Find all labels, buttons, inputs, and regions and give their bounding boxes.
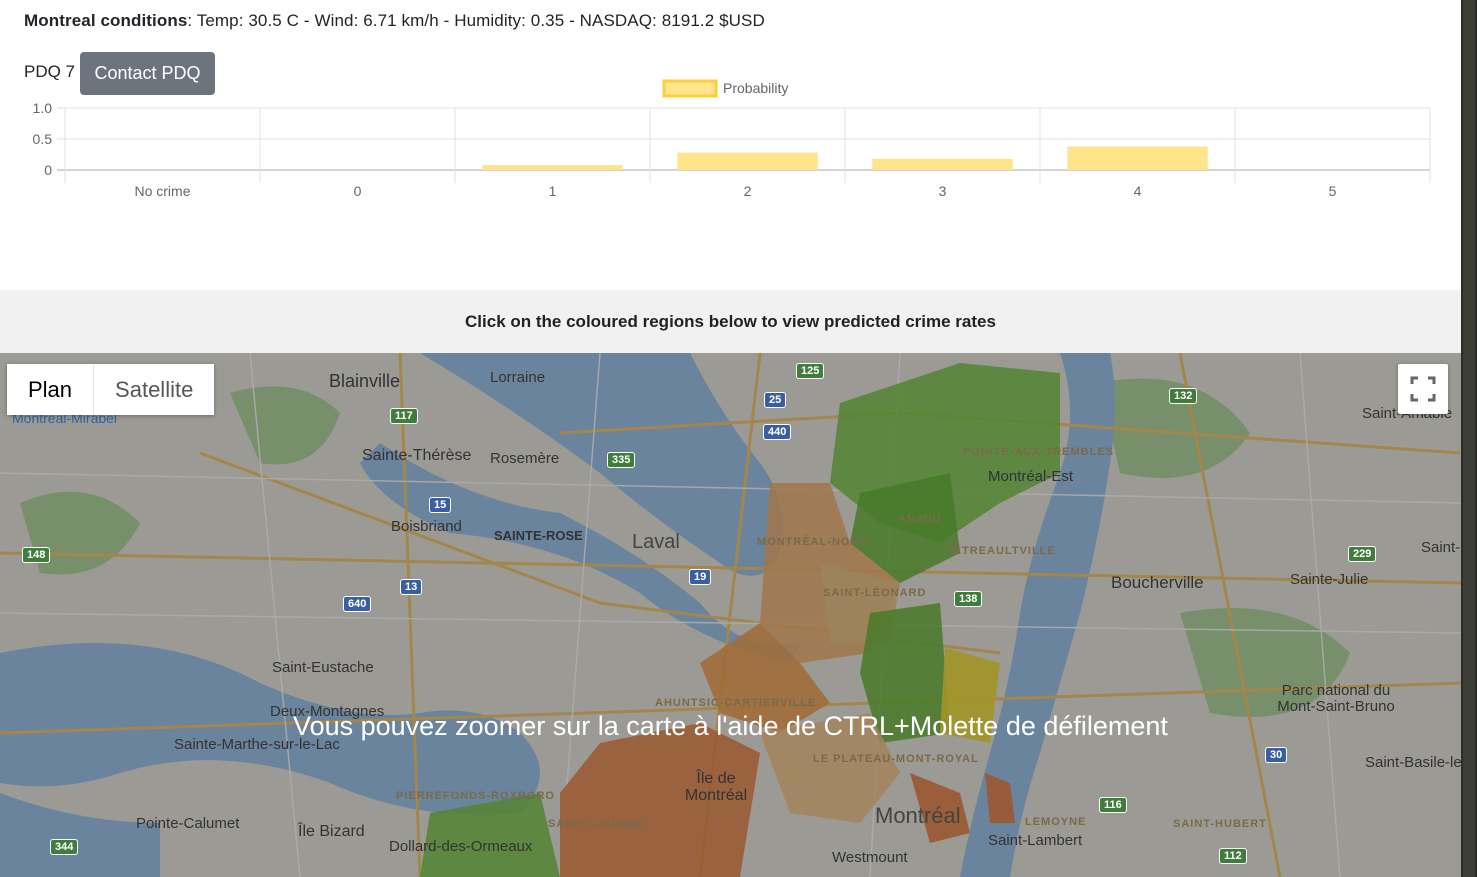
place-label: PIERREFONDS-ROXBORO — [396, 790, 555, 802]
place-label: Montréal-Est — [988, 468, 1074, 485]
x-tick-label: 3 — [939, 183, 947, 199]
place-label: Montréal — [875, 803, 961, 828]
map-type-control: Plan Satellite — [7, 364, 215, 415]
place-label: TÉTREAULTVILLE — [946, 545, 1056, 557]
route-shield: 19 — [689, 569, 712, 585]
route-shield: 30 — [1265, 747, 1288, 763]
bar — [872, 158, 1013, 170]
route-shield: 229 — [1348, 546, 1377, 562]
conditions-label: Montreal conditions — [24, 11, 188, 30]
route-shield: 117 — [390, 408, 418, 424]
place-label: Laval — [632, 531, 680, 553]
route-shield: 125 — [796, 363, 825, 379]
scrollbar-thumb[interactable] — [1463, 0, 1475, 877]
place-label: Dollard-des-Ormeaux — [389, 838, 533, 855]
place-label: POINTE-AUX-TREMBLES — [963, 446, 1114, 458]
place-label: Sainte-Julie — [1290, 571, 1369, 588]
crime-map[interactable]: Montréal-Mirabel Blainville Lorraine Sai… — [0, 353, 1461, 877]
probability-chart: Probability 1.0 0.5 0 No crime 0 1 2 3 4 5 — [33, 79, 1431, 199]
map-type-satellite-button[interactable]: Satellite — [94, 364, 215, 415]
place-label: Saint- — [1421, 539, 1461, 556]
place-label: AHUNTSIC-CARTIERVILLE — [655, 697, 817, 709]
y-tick-label: 0.5 — [33, 131, 53, 147]
conditions-text: : Temp: 30.5 C - Wind: 6.71 km/h - Humid… — [187, 11, 765, 30]
y-tick-label: 0 — [44, 162, 52, 178]
place-label: SAINT-LAURENT — [548, 818, 650, 830]
x-tick-label: 4 — [1134, 183, 1142, 199]
fullscreen-button[interactable] — [1398, 364, 1448, 414]
window-edge — [1461, 0, 1477, 877]
route-shield: 148 — [22, 547, 51, 563]
route-shield: 344 — [50, 839, 79, 855]
place-label: Île Bizard — [298, 823, 365, 840]
route-shield: 132 — [1169, 388, 1198, 404]
x-tick-label: 1 — [549, 183, 557, 199]
place-label: Boucherville — [1111, 573, 1204, 592]
fullscreen-icon — [1410, 376, 1436, 402]
route-shield: 335 — [607, 452, 636, 468]
bar — [1067, 146, 1208, 170]
route-shield: 15 — [429, 497, 452, 513]
place-label: Saint-Eustache — [272, 659, 374, 676]
place-label: Boisbriand — [391, 518, 462, 535]
x-tick-label: 0 — [354, 183, 362, 199]
place-label: LEMOYNE — [1025, 816, 1087, 828]
route-shield: 440 — [763, 424, 792, 440]
place-label: Sainte-Thérèse — [362, 447, 472, 464]
place-label: Rosemère — [490, 450, 560, 467]
place-label: LE PLATEAU-MONT-ROYAL — [813, 753, 979, 765]
route-shield: 116 — [1099, 797, 1127, 813]
map-instruction-banner: Click on the coloured regions below to v… — [0, 290, 1461, 353]
conditions-line: Montreal conditions: Temp: 30.5 C - Wind… — [24, 11, 765, 31]
zoom-hint: Vous pouvez zoomer sur la carte à l'aide… — [293, 711, 1168, 741]
route-shield: 138 — [954, 591, 983, 607]
route-shield: 25 — [764, 392, 787, 408]
legend-label: Probability — [723, 80, 788, 96]
x-tick-label: No crime — [134, 183, 190, 199]
legend-swatch — [662, 79, 718, 98]
place-label: SAINT-HUBERT — [1173, 818, 1267, 830]
place-label: ANJOU — [898, 513, 942, 525]
place-label: Pointe-Calumet — [136, 815, 240, 832]
place-label: Lorraine — [490, 369, 546, 386]
place-label: Saint-Lambert — [988, 832, 1083, 849]
place-label: Île de Montréal — [684, 770, 748, 804]
x-tick-label: 5 — [1329, 183, 1337, 199]
route-shield: 112 — [1219, 848, 1247, 864]
route-shield: 13 — [400, 579, 423, 595]
route-shield: 640 — [343, 596, 372, 612]
place-label: Westmount — [832, 849, 908, 866]
bar — [482, 165, 623, 170]
place-label: SAINTE-ROSE — [494, 528, 583, 543]
y-tick-label: 1.0 — [33, 100, 53, 116]
banner-text: Click on the coloured regions below to v… — [465, 311, 996, 331]
place-label: SAINT-LÉONARD — [823, 587, 927, 599]
place-label: Saint-Basile-le- — [1365, 754, 1461, 771]
place-label: MONTRÉAL-NORD — [757, 536, 869, 548]
place-label: Blainville — [329, 371, 401, 391]
map-type-plan-button[interactable]: Plan — [7, 364, 95, 415]
bar — [677, 152, 818, 170]
x-tick-label: 2 — [744, 183, 752, 199]
